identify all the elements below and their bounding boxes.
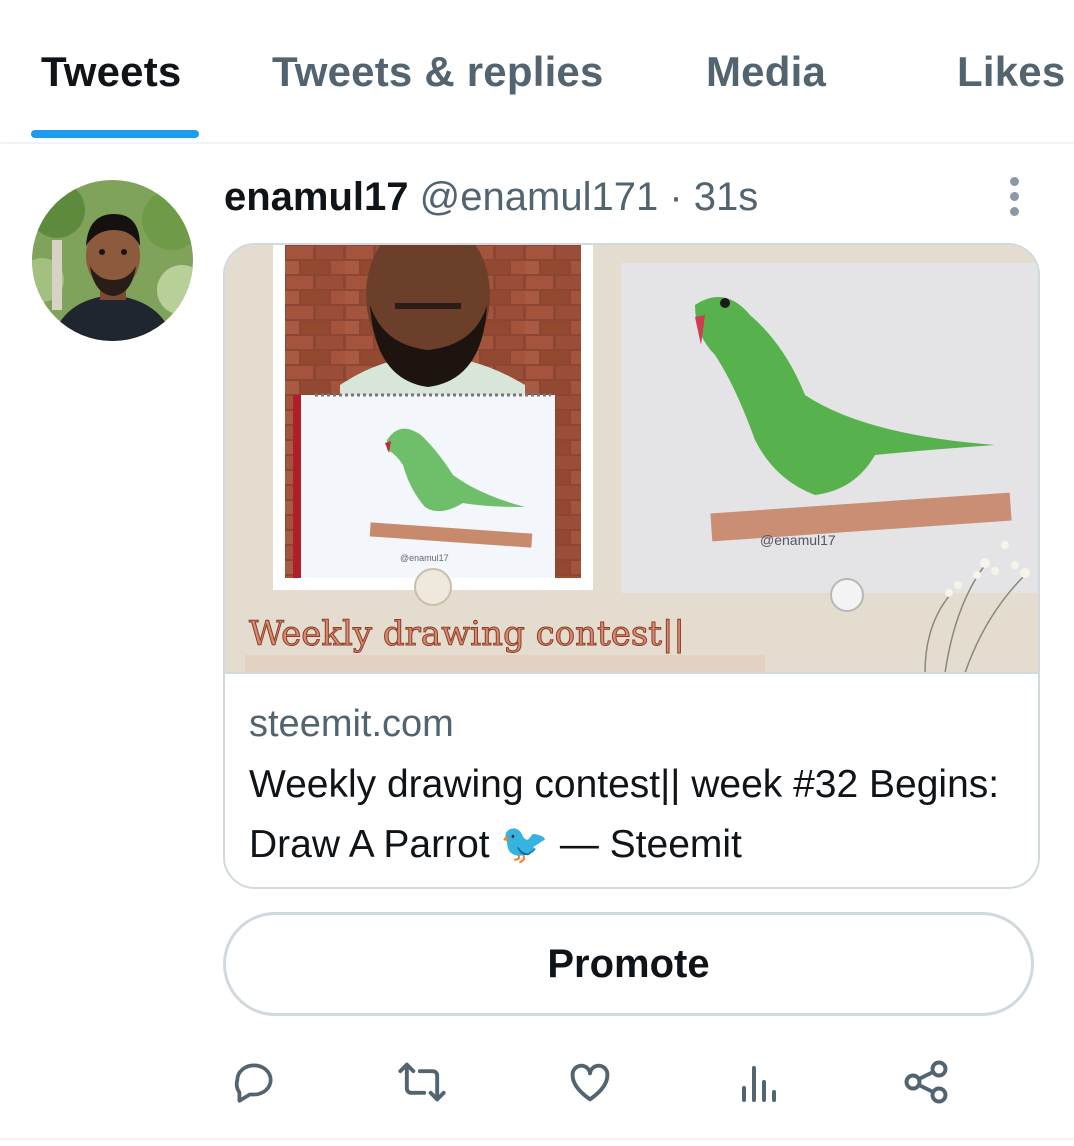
- sketch-signature-right: @enamul17: [760, 532, 836, 548]
- author-name[interactable]: enamul17: [224, 175, 409, 219]
- sketch-signature-left: @enamul17: [400, 553, 449, 563]
- card-domain: steemit.com: [249, 703, 454, 745]
- timestamp[interactable]: 31s: [694, 175, 759, 219]
- tab-tweets[interactable]: Tweets: [41, 48, 181, 96]
- tab-tweets-and-replies[interactable]: Tweets & replies: [272, 48, 604, 96]
- profile-tabs: Tweets Tweets & replies Media Likes: [0, 0, 1074, 144]
- active-tab-indicator: [31, 130, 199, 138]
- retweet-icon[interactable]: [390, 1050, 454, 1114]
- separator-dot: ·: [669, 175, 683, 219]
- divider: [0, 1138, 1074, 1140]
- card-title: Weekly drawing contest|| week #32 Begins…: [249, 763, 1000, 866]
- analytics-icon[interactable]: [726, 1050, 790, 1114]
- card-image-caption: Weekly drawing contest||: [249, 614, 685, 654]
- author-handle[interactable]: @enamul171: [420, 175, 659, 219]
- tweet-actions: [0, 1050, 1074, 1114]
- card-divider: [225, 672, 1038, 674]
- tab-likes[interactable]: Likes: [957, 48, 1065, 96]
- avatar[interactable]: [32, 180, 193, 341]
- reply-icon[interactable]: [222, 1050, 286, 1114]
- card-image[interactable]: @enamul17 @enamul17 Weekly drawing conte…: [225, 245, 1038, 673]
- tab-media[interactable]: Media: [706, 48, 826, 96]
- promote-button[interactable]: Promote: [223, 912, 1034, 1016]
- tweet-header: enamul17 @enamul171 · 31s: [224, 172, 758, 222]
- like-icon[interactable]: [558, 1050, 622, 1114]
- link-card[interactable]: @enamul17 @enamul17 Weekly drawing conte…: [223, 243, 1040, 889]
- more-options-icon[interactable]: [996, 172, 1032, 220]
- share-icon[interactable]: [894, 1050, 958, 1114]
